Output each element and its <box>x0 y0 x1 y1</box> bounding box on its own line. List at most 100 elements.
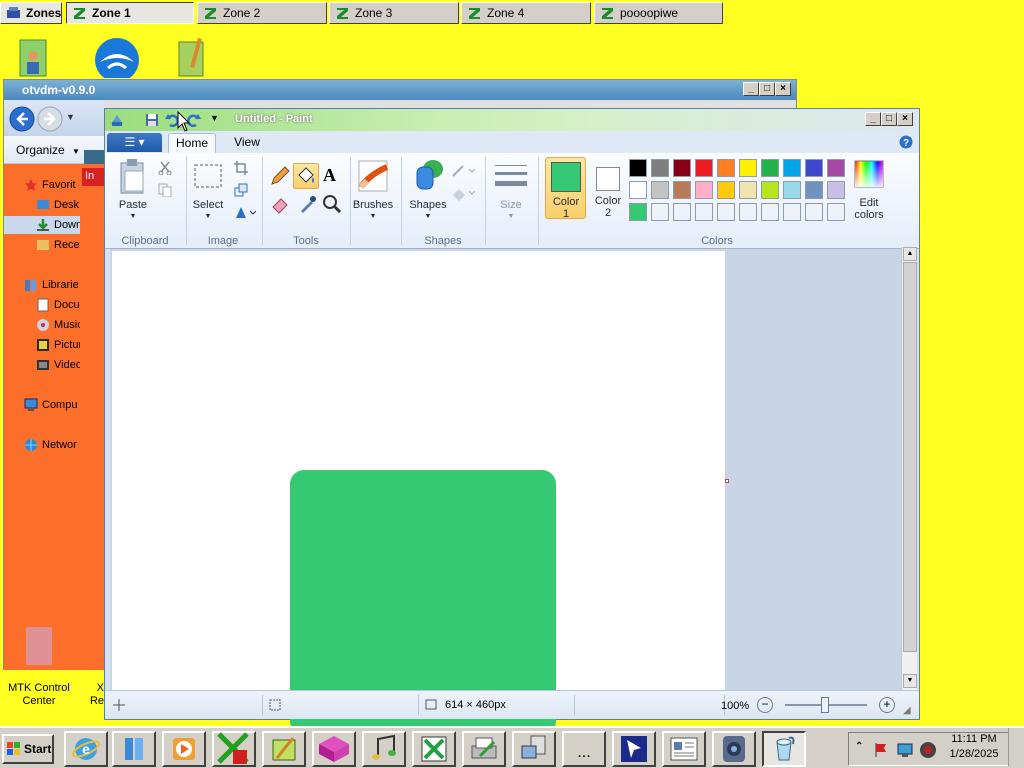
nav-item-downloads[interactable]: Down <box>4 216 80 234</box>
tab-view[interactable]: View <box>227 133 267 153</box>
nav-item-documents[interactable]: Docu <box>4 296 80 314</box>
resize-icon[interactable] <box>234 183 248 197</box>
zoom-out-button[interactable]: − <box>757 697 773 713</box>
palette-swatch[interactable] <box>629 159 647 177</box>
zone-tab-2[interactable]: Zone 2 <box>197 2 327 24</box>
clock-date[interactable]: 1/28/2025 <box>944 748 1004 760</box>
cut-icon[interactable] <box>158 161 172 175</box>
taskbar-ellipsis-button[interactable]: ... <box>562 731 606 767</box>
color2-button[interactable]: Color 2 <box>589 157 627 219</box>
palette-swatch[interactable] <box>805 181 823 199</box>
network-tray-icon[interactable] <box>897 742 915 758</box>
taskbar-otvdm[interactable] <box>212 731 256 767</box>
palette-swatch[interactable] <box>695 159 713 177</box>
clock-time[interactable]: 11:11 PM <box>946 733 1002 745</box>
taskbar-app-pink[interactable] <box>312 731 356 767</box>
palette-swatch[interactable] <box>673 181 691 199</box>
zone-tab-4[interactable]: Zone 4 <box>461 2 591 24</box>
palette-swatch[interactable] <box>695 181 713 199</box>
paint-titlebar[interactable]: ▼ Untitled - Paint _ □ × <box>105 109 919 131</box>
outline-icon[interactable] <box>451 163 475 179</box>
zone-tab-5[interactable]: poooopiwe <box>594 2 723 24</box>
explorer-view-icon[interactable] <box>84 150 104 164</box>
palette-swatch[interactable] <box>717 159 735 177</box>
palette-swatch[interactable] <box>761 159 779 177</box>
scroll-down-icon[interactable]: ▼ <box>903 674 917 688</box>
taskbar-document-viewer[interactable] <box>662 731 706 767</box>
taskbar-app-dark[interactable] <box>712 731 756 767</box>
zoom-in-button[interactable]: + <box>879 697 895 713</box>
tab-home[interactable]: Home <box>168 133 216 153</box>
palette-swatch[interactable] <box>673 159 691 177</box>
shapes-button[interactable]: Shapes ▼ <box>407 157 449 227</box>
zoom-slider-thumb[interactable] <box>821 697 829 713</box>
taskbar-pointer-app[interactable] <box>612 731 656 767</box>
organize-button[interactable]: Organize <box>16 143 65 157</box>
history-dropdown-icon[interactable]: ▼ <box>66 112 75 122</box>
palette-swatch[interactable] <box>651 181 669 199</box>
text-tool-icon[interactable]: A <box>323 165 336 186</box>
palette-swatch[interactable] <box>827 181 845 199</box>
otvdm-titlebar[interactable]: otvdm-v0.9.0 <box>4 80 796 100</box>
eraser-icon[interactable] <box>269 193 291 215</box>
drawing-canvas[interactable] <box>112 251 725 735</box>
nav-item-pictures[interactable]: Pictur <box>4 336 80 354</box>
scrollbar-thumb[interactable] <box>903 262 917 652</box>
show-desktop-button[interactable] <box>1008 728 1022 766</box>
taskbar-media-player[interactable] <box>162 731 206 767</box>
palette-swatch[interactable] <box>717 181 735 199</box>
paint-close-button[interactable]: × <box>897 112 913 126</box>
scroll-up-icon[interactable]: ▲ <box>903 247 917 261</box>
color1-button[interactable]: Color 1 <box>545 157 586 220</box>
start-button[interactable]: Start <box>2 734 54 764</box>
fill-icon[interactable] <box>451 185 475 201</box>
taskbar-paint-active[interactable] <box>762 731 806 767</box>
taskbar-notepad[interactable] <box>262 731 306 767</box>
palette-swatch[interactable] <box>717 203 735 221</box>
palette-swatch[interactable] <box>739 203 757 221</box>
rotate-icon[interactable] <box>234 205 256 219</box>
resize-grip-icon[interactable]: ◢ <box>903 705 911 716</box>
pencil-icon[interactable] <box>269 165 291 187</box>
thunderbird-desktop-icon[interactable] <box>94 38 139 82</box>
volume-tray-icon[interactable] <box>919 741 937 759</box>
palette-swatch[interactable] <box>651 203 669 221</box>
palette-swatch[interactable] <box>695 203 713 221</box>
action-center-flag-icon[interactable] <box>873 742 889 758</box>
recycle-bin-partial-label[interactable]: X Re <box>84 682 104 708</box>
nav-item-music[interactable]: Music <box>4 316 80 334</box>
notepad-desktop-icon[interactable] <box>176 37 216 78</box>
palette-swatch[interactable] <box>827 203 845 221</box>
nav-item-favorites[interactable]: Favorit <box>4 176 80 194</box>
zones-menu-button[interactable]: Zones <box>0 2 62 24</box>
paint-menu-button[interactable]: ☰ ▾ <box>107 133 162 152</box>
palette-swatch[interactable] <box>783 203 801 221</box>
palette-swatch[interactable] <box>827 159 845 177</box>
zone-tab-3[interactable]: Zone 3 <box>329 2 459 24</box>
taskbar-internet-explorer[interactable]: e <box>64 731 108 767</box>
quick-access-dropdown-icon[interactable]: ▼ <box>210 113 219 123</box>
edit-colors-button[interactable]: Edit colors <box>851 157 887 227</box>
back-arrow-icon[interactable] <box>9 106 35 132</box>
save-icon[interactable] <box>145 113 159 127</box>
taskbar-music-app[interactable] <box>362 731 406 767</box>
palette-swatch[interactable] <box>673 203 691 221</box>
otvdm-maximize-button[interactable]: □ <box>759 82 775 96</box>
fill-bucket-button[interactable] <box>293 163 319 189</box>
brushes-button[interactable]: Brushes ▼ <box>353 157 393 227</box>
nav-item-libraries[interactable]: Librarie <box>4 276 80 294</box>
crop-icon[interactable] <box>234 161 248 175</box>
color-picker-icon[interactable] <box>297 193 319 215</box>
zone-tab-1[interactable]: Zone 1 <box>66 2 194 24</box>
nav-item-network[interactable]: Networ <box>4 436 80 454</box>
select-button[interactable]: Select ▼ <box>191 157 225 227</box>
nav-item-videos[interactable]: Video <box>4 356 80 374</box>
taskbar-explorer[interactable] <box>112 731 156 767</box>
forward-arrow-icon[interactable] <box>37 106 63 132</box>
magnifier-icon[interactable] <box>321 193 343 215</box>
user-folder-desktop-icon[interactable] <box>16 38 56 78</box>
nav-item-desktop[interactable]: Desk <box>4 196 80 214</box>
palette-swatch[interactable] <box>739 159 757 177</box>
paint-maximize-button[interactable]: □ <box>881 112 897 126</box>
taskbar-computer[interactable] <box>512 731 556 767</box>
